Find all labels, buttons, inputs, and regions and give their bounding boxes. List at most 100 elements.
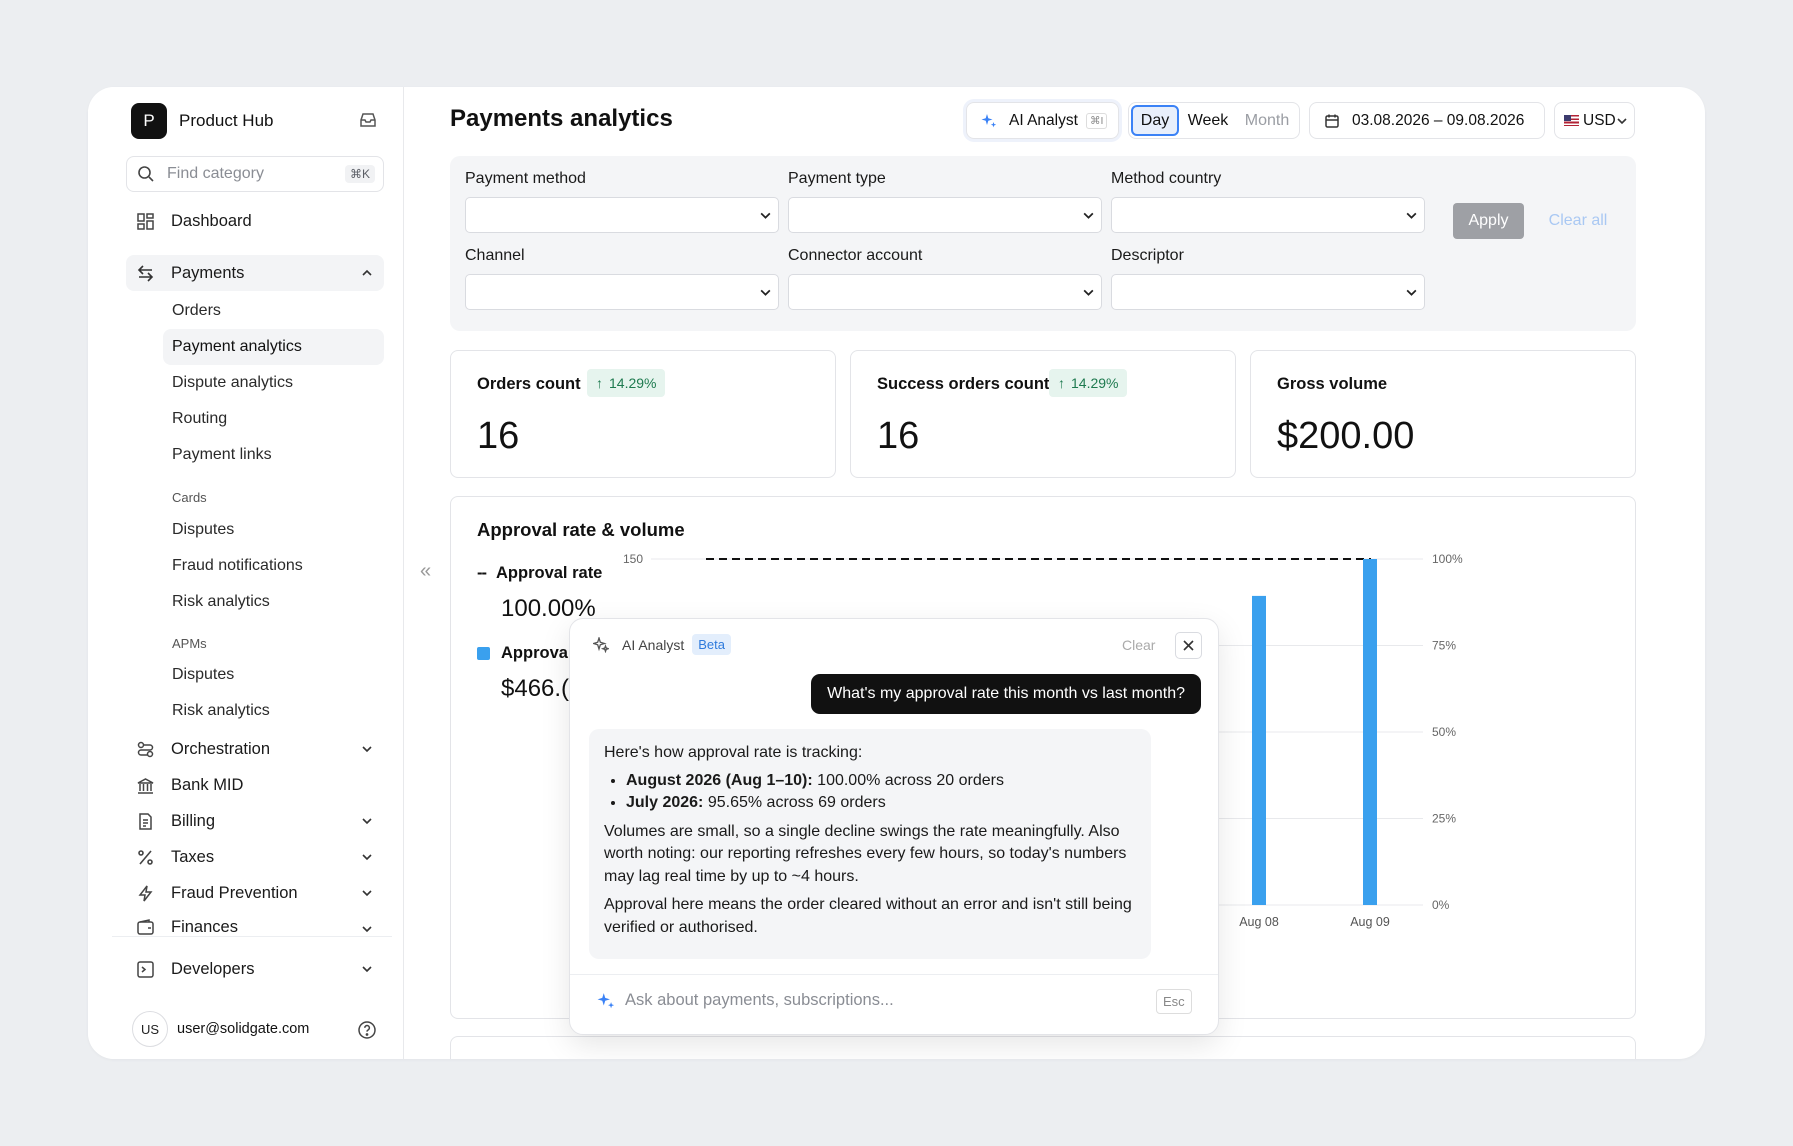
- sidebar-divider: [112, 936, 392, 937]
- y-right-tick-label: 50%: [1432, 725, 1456, 739]
- close-icon: [1183, 640, 1194, 651]
- user-message: What's my approval rate this month vs la…: [811, 674, 1201, 714]
- ai-analyst-shortcut: ⌘I: [1085, 112, 1108, 129]
- search-icon: [138, 166, 154, 182]
- sidebar-item-label: Bank MID: [171, 775, 244, 794]
- descriptor-label: Descriptor: [1111, 247, 1184, 264]
- sidebar-item-dashboard[interactable]: Dashboard: [126, 203, 384, 239]
- sidebar-item-label: Taxes: [171, 847, 215, 866]
- period-month[interactable]: Month: [1237, 105, 1297, 136]
- chevron-down-icon: [1083, 212, 1094, 219]
- brand[interactable]: P Product Hub: [131, 103, 274, 139]
- sidebar-item-taxes[interactable]: Taxes: [126, 839, 384, 875]
- method-country-label: Method country: [1111, 170, 1222, 187]
- document-icon: [139, 812, 152, 830]
- sidebar-item-apm-disputes[interactable]: Disputes: [163, 657, 384, 693]
- us-flag-icon: [1564, 115, 1579, 126]
- payment-method-select[interactable]: [465, 197, 779, 233]
- sidebar-item-bank-mid[interactable]: Bank MID: [126, 767, 384, 803]
- assistant-bullets: August 2026 (Aug 1–10): 100.00% across 2…: [626, 770, 1136, 815]
- date-range-picker[interactable]: 03.08.2026 – 09.08.2026: [1309, 102, 1545, 139]
- ai-panel-header: AI Analyst Beta: [593, 634, 732, 655]
- percent-icon: [138, 849, 153, 865]
- ai-clear-button[interactable]: Clear: [1122, 637, 1155, 653]
- sparkle-icon: [593, 636, 609, 653]
- sidebar-item-orchestration[interactable]: Orchestration: [126, 731, 384, 767]
- sidebar-item-fraud-notifications[interactable]: Fraud notifications: [163, 548, 384, 584]
- list-item: July 2026: 95.65% across 69 orders: [626, 792, 1136, 815]
- currency-select[interactable]: USD: [1554, 102, 1635, 139]
- lightning-icon: [138, 885, 153, 901]
- assistant-paragraph: Approval here means the order cleared wi…: [604, 896, 1132, 936]
- inbox-icon[interactable]: [358, 110, 378, 130]
- kpi-orders-count: Orders count ↑ 14.29% 16: [450, 350, 836, 478]
- sidebar-item-billing[interactable]: Billing: [126, 803, 384, 839]
- ai-input[interactable]: Ask about payments, subscriptions...: [597, 991, 894, 1010]
- chevron-down-icon: [362, 926, 372, 933]
- sidebar-item-payment-links[interactable]: Payment links: [163, 437, 384, 473]
- chevron-down-icon: [362, 890, 372, 897]
- avatar: US: [132, 1011, 168, 1047]
- beta-badge: Beta: [692, 634, 732, 655]
- ai-panel-title: AI Analyst: [622, 636, 685, 653]
- trend-badge: ↑ 14.29%: [587, 369, 666, 397]
- esc-shortcut[interactable]: Esc: [1156, 989, 1192, 1014]
- bullet-text: 95.65% across 69 orders: [703, 794, 886, 811]
- connector-account-select[interactable]: [788, 274, 1102, 310]
- currency-value: USD: [1583, 111, 1616, 129]
- payment-method-label: Payment method: [465, 170, 586, 187]
- help-icon[interactable]: [357, 1020, 377, 1040]
- ai-analyst-label: AI Analyst: [1009, 111, 1078, 129]
- user-email: user@solidgate.com: [177, 1021, 310, 1037]
- period-day[interactable]: Day: [1131, 105, 1179, 136]
- payment-type-label: Payment type: [788, 170, 886, 187]
- chevron-down-icon: [362, 746, 372, 753]
- ai-input-placeholder: Ask about payments, subscriptions...: [625, 991, 894, 1009]
- sidebar-item-finances[interactable]: Finances: [126, 911, 384, 943]
- app-name: Product Hub: [179, 111, 274, 130]
- sidebar-item-card-risk-analytics[interactable]: Risk analytics: [163, 584, 384, 620]
- category-search[interactable]: Find category ⌘K: [126, 156, 384, 192]
- wallet-icon: [137, 918, 154, 935]
- ai-analyst-button[interactable]: AI Analyst ⌘I: [966, 102, 1119, 139]
- apply-button[interactable]: Apply: [1453, 203, 1524, 239]
- date-range-value: 03.08.2026 – 09.08.2026: [1352, 111, 1525, 129]
- search-shortcut: ⌘K: [344, 165, 375, 183]
- sidebar-item-payments[interactable]: Payments: [126, 255, 384, 291]
- period-week[interactable]: Week: [1179, 105, 1237, 136]
- section-label-cards: Cards: [172, 490, 207, 505]
- user-menu[interactable]: US user@solidgate.com: [132, 1011, 309, 1047]
- arrow-up-icon: ↑: [1058, 375, 1065, 391]
- orchestration-icon: [137, 741, 154, 757]
- method-country-select[interactable]: [1111, 197, 1425, 233]
- sidebar-item-apm-risk-analytics[interactable]: Risk analytics: [163, 693, 384, 729]
- assistant-paragraph: Volumes are small, so a single decline s…: [604, 822, 1127, 885]
- sidebar-item-card-disputes[interactable]: Disputes: [163, 512, 384, 548]
- sidebar-item-orders[interactable]: Orders: [163, 293, 384, 329]
- ai-divider: [570, 974, 1218, 975]
- bullet-bold: August 2026 (Aug 1–10):: [626, 771, 813, 789]
- sidebar-item-payment-analytics[interactable]: Payment analytics: [163, 329, 384, 365]
- chevron-down-icon: [760, 289, 771, 296]
- trend-value: 14.29%: [609, 375, 657, 391]
- channel-select[interactable]: [465, 274, 779, 310]
- filters-panel: Payment method Payment type Method count…: [450, 156, 1636, 331]
- ai-close-button[interactable]: [1175, 632, 1202, 659]
- sidebar-item-fraud-prevention[interactable]: Fraud Prevention: [126, 875, 384, 911]
- y-right-tick-label: 0%: [1432, 898, 1450, 912]
- sidebar-item-developers[interactable]: Developers: [126, 951, 384, 987]
- sidebar-item-dispute-analytics[interactable]: Dispute analytics: [163, 365, 384, 401]
- kpi-label: Orders count: [477, 375, 581, 393]
- sidebar: P Product Hub Find category ⌘K Dashboard…: [88, 87, 404, 1059]
- descriptor-select[interactable]: [1111, 274, 1425, 310]
- section-label-apms: APMs: [172, 636, 207, 651]
- next-card: [450, 1036, 1636, 1059]
- collapse-sidebar-icon[interactable]: «: [420, 560, 431, 583]
- search-placeholder: Find category: [167, 165, 264, 182]
- kpi-value: 16: [477, 415, 520, 457]
- period-selector: Day Week Month: [1128, 102, 1300, 139]
- clear-all-button[interactable]: Clear all: [1536, 203, 1620, 239]
- sidebar-item-routing[interactable]: Routing: [163, 401, 384, 437]
- payment-type-select[interactable]: [788, 197, 1102, 233]
- assistant-message: Here's how approval rate is tracking: Au…: [589, 729, 1151, 959]
